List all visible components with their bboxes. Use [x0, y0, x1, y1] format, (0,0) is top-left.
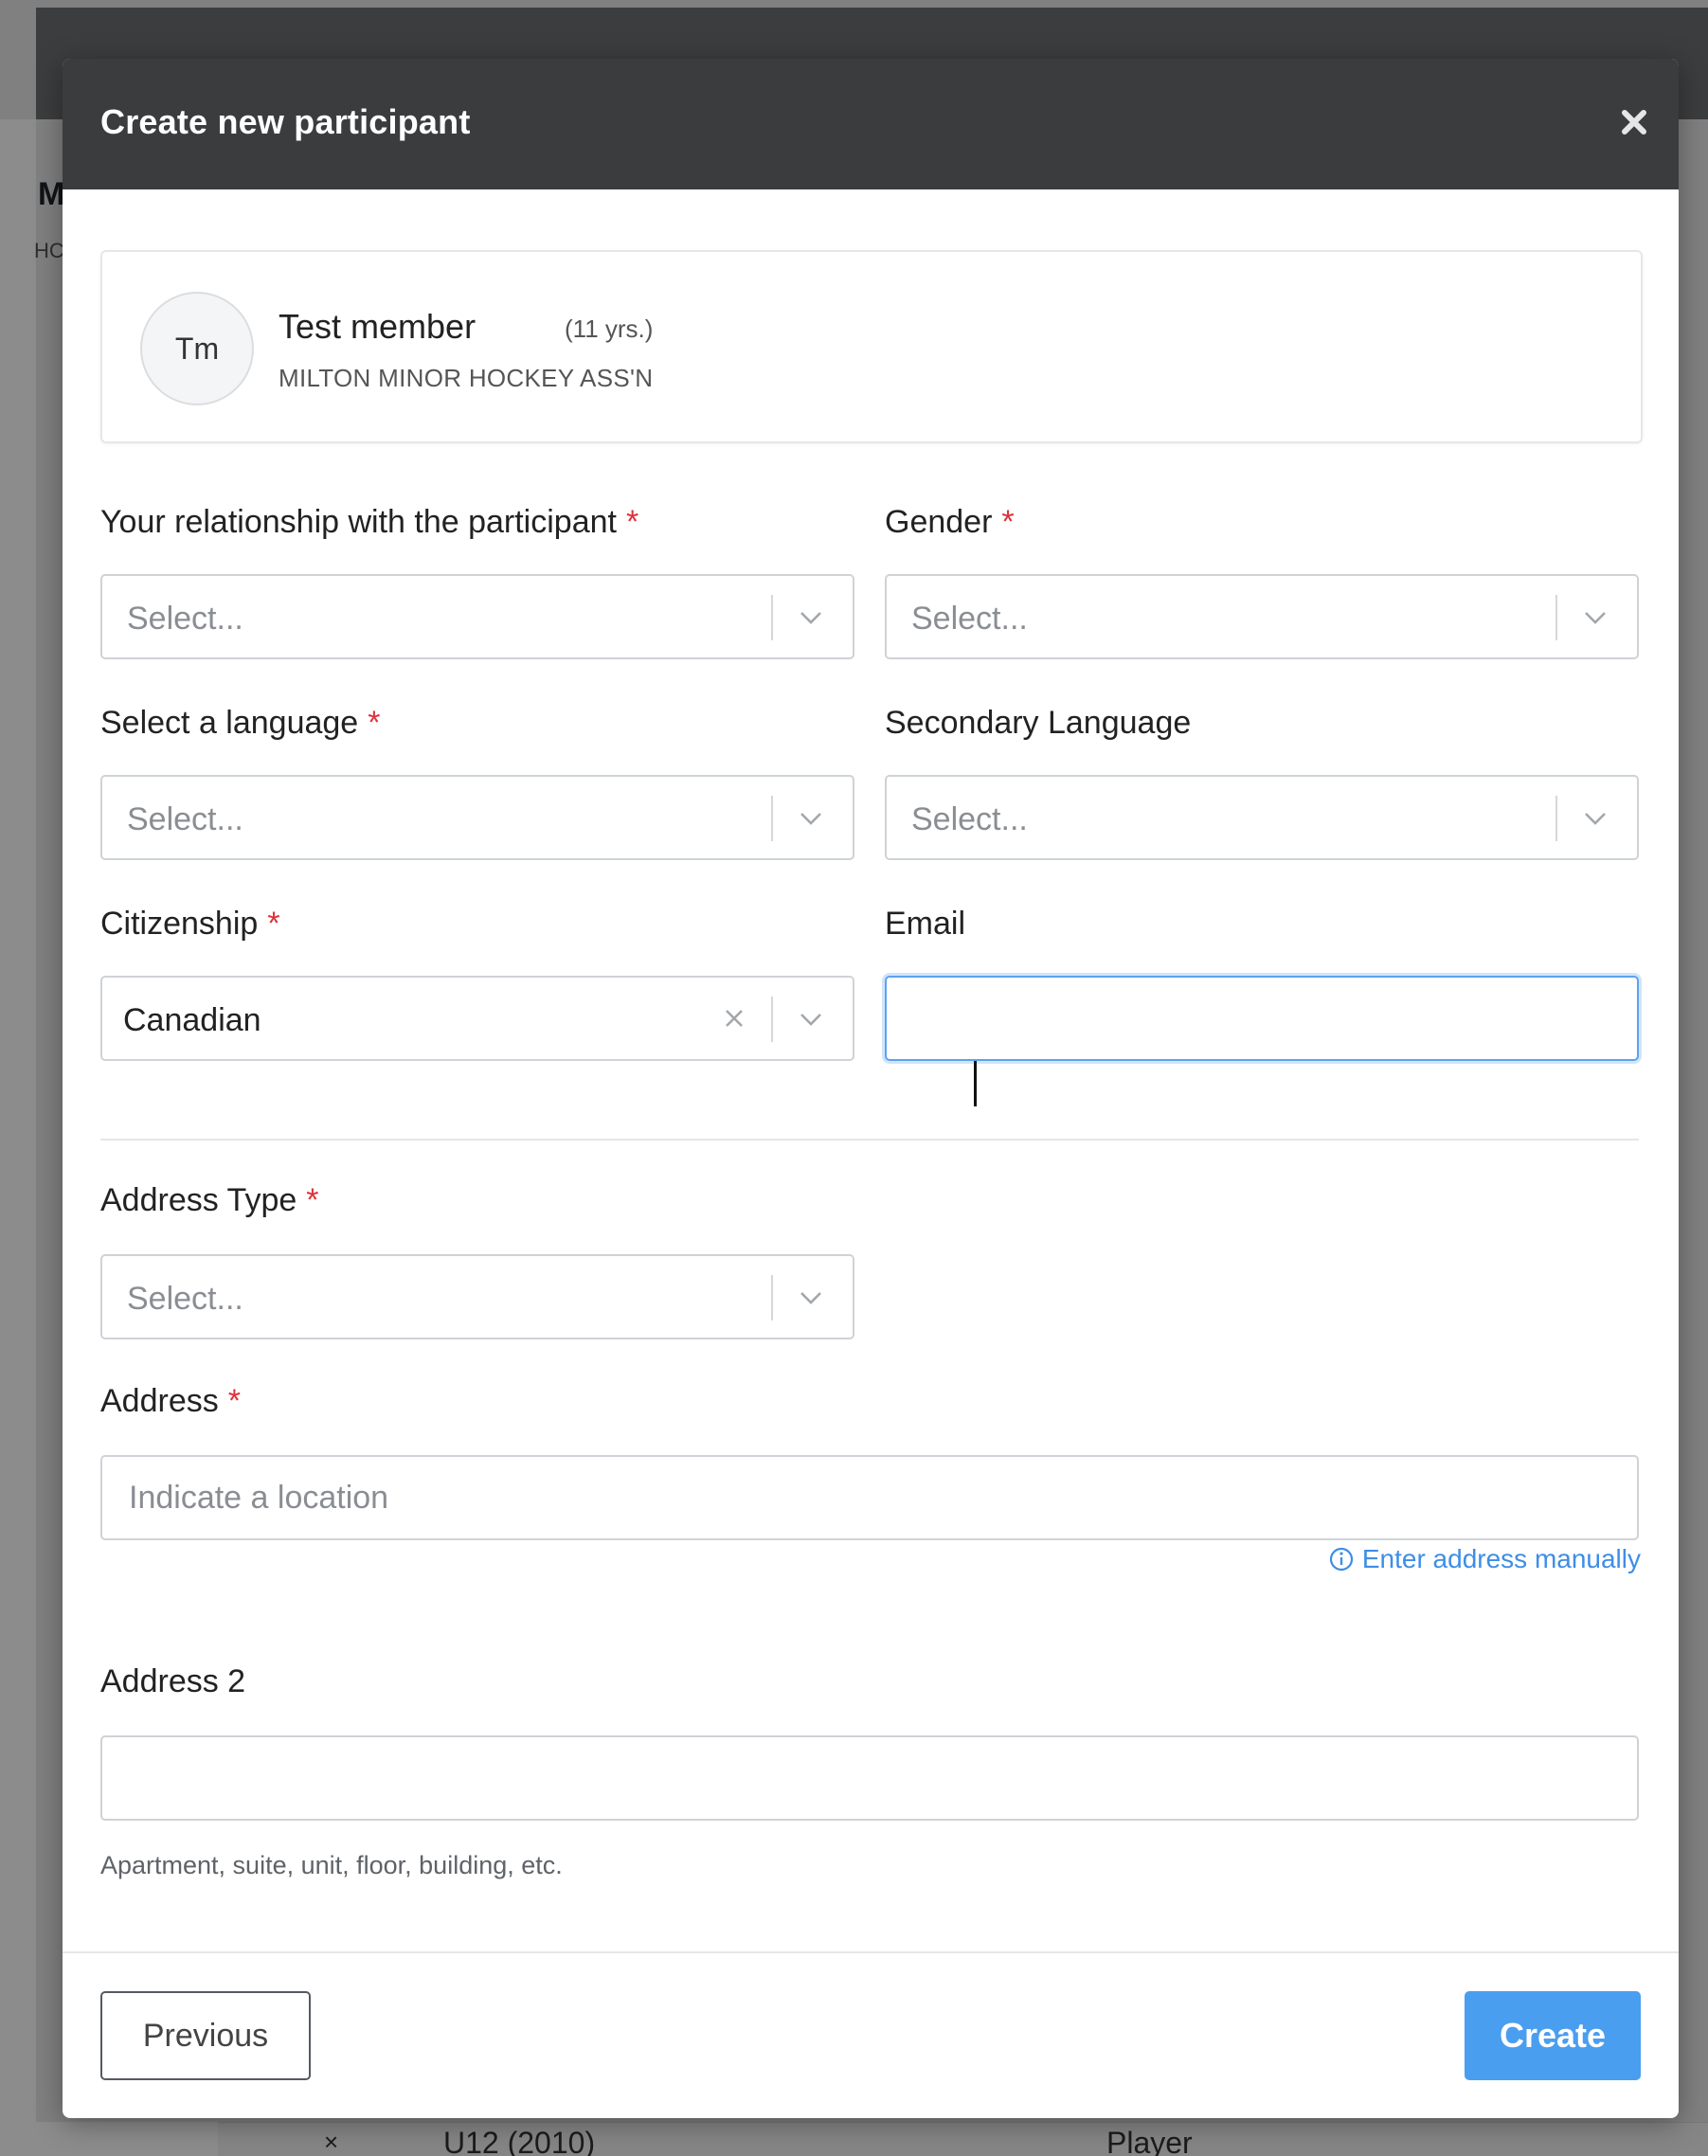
address2-help-text: Apartment, suite, unit, floor, building,…: [100, 1851, 563, 1879]
language-select[interactable]: Select...: [100, 775, 854, 860]
chevron-down-icon: [1585, 813, 1606, 825]
select-separator: [1555, 796, 1557, 841]
citizenship-select-value: Canadian: [123, 1002, 261, 1038]
address-type-label: Address Type *: [100, 1182, 319, 1219]
chevron-down-icon: [800, 813, 821, 825]
address-label: Address *: [100, 1383, 241, 1420]
required-marker: *: [306, 1182, 319, 1218]
chevron-down-icon: [800, 1292, 821, 1304]
chevron-down-icon: [800, 612, 821, 624]
secondary-language-select-placeholder: Select...: [911, 801, 1028, 837]
gender-select-placeholder: Select...: [911, 601, 1028, 637]
section-divider: [100, 1139, 1639, 1141]
modal-title: Create new participant: [100, 102, 471, 141]
select-separator: [771, 997, 773, 1042]
relationship-label: Your relationship with the participant *: [100, 504, 638, 541]
required-marker: *: [368, 705, 381, 741]
address2-input[interactable]: [100, 1735, 1639, 1821]
member-name: Test member: [279, 307, 476, 346]
email-label: Email: [885, 906, 966, 942]
create-button[interactable]: Create: [1465, 1991, 1641, 2080]
chevron-down-icon: [800, 1014, 821, 1026]
language-select-placeholder: Select...: [127, 801, 243, 837]
close-icon: [1622, 110, 1646, 135]
required-marker: *: [625, 504, 639, 540]
relationship-select[interactable]: Select...: [100, 574, 854, 659]
required-marker: *: [267, 906, 280, 942]
select-separator: [771, 1275, 773, 1321]
previous-button[interactable]: Previous: [100, 1991, 311, 2080]
create-participant-modal: Create new participant Tm Test member (1…: [63, 59, 1679, 2118]
close-button[interactable]: [1612, 100, 1656, 144]
citizenship-label: Citizenship *: [100, 906, 280, 943]
gender-select[interactable]: Select...: [885, 574, 1639, 659]
address-type-select-placeholder: Select...: [127, 1281, 243, 1317]
address2-label: Address 2: [100, 1663, 246, 1699]
select-separator: [771, 595, 773, 640]
citizenship-label-text: Citizenship: [100, 906, 259, 942]
address-label-text: Address: [100, 1383, 219, 1419]
chevron-down-icon: [1585, 612, 1606, 624]
member-organization: MILTON MINOR HOCKEY ASS'N: [279, 364, 654, 392]
secondary-language-label: Secondary Language: [885, 705, 1192, 741]
secondary-language-select[interactable]: Select...: [885, 775, 1639, 860]
member-age: (11 yrs.): [565, 314, 654, 343]
enter-address-manually-link[interactable]: Enter address manually: [1328, 1544, 1641, 1574]
relationship-label-text: Your relationship with the participant: [100, 504, 617, 540]
required-marker: *: [227, 1383, 241, 1419]
enter-address-manually-text: Enter address manually: [1361, 1544, 1641, 1573]
language-label-text: Select a language: [100, 705, 359, 741]
address-type-select[interactable]: Select...: [100, 1254, 854, 1339]
relationship-select-placeholder: Select...: [127, 601, 243, 637]
gender-label-text: Gender: [885, 504, 993, 540]
citizenship-select[interactable]: Canadian: [100, 976, 854, 1061]
gender-label: Gender *: [885, 504, 1015, 541]
select-separator: [771, 796, 773, 841]
email-field[interactable]: [885, 976, 1639, 1061]
modal-header: Create new participant: [63, 59, 1679, 189]
address-type-label-text: Address Type: [100, 1182, 297, 1218]
avatar: Tm: [140, 292, 254, 405]
language-label: Select a language *: [100, 705, 380, 742]
select-separator: [1555, 595, 1557, 640]
member-card: Tm Test member (11 yrs.) MILTON MINOR HO…: [100, 250, 1643, 443]
text-cursor: [974, 1061, 977, 1106]
footer-divider: [63, 1951, 1679, 1953]
info-icon: [1329, 1547, 1353, 1572]
clear-icon[interactable]: [716, 1000, 752, 1036]
required-marker: *: [1001, 504, 1015, 540]
address-input[interactable]: [100, 1455, 1639, 1540]
